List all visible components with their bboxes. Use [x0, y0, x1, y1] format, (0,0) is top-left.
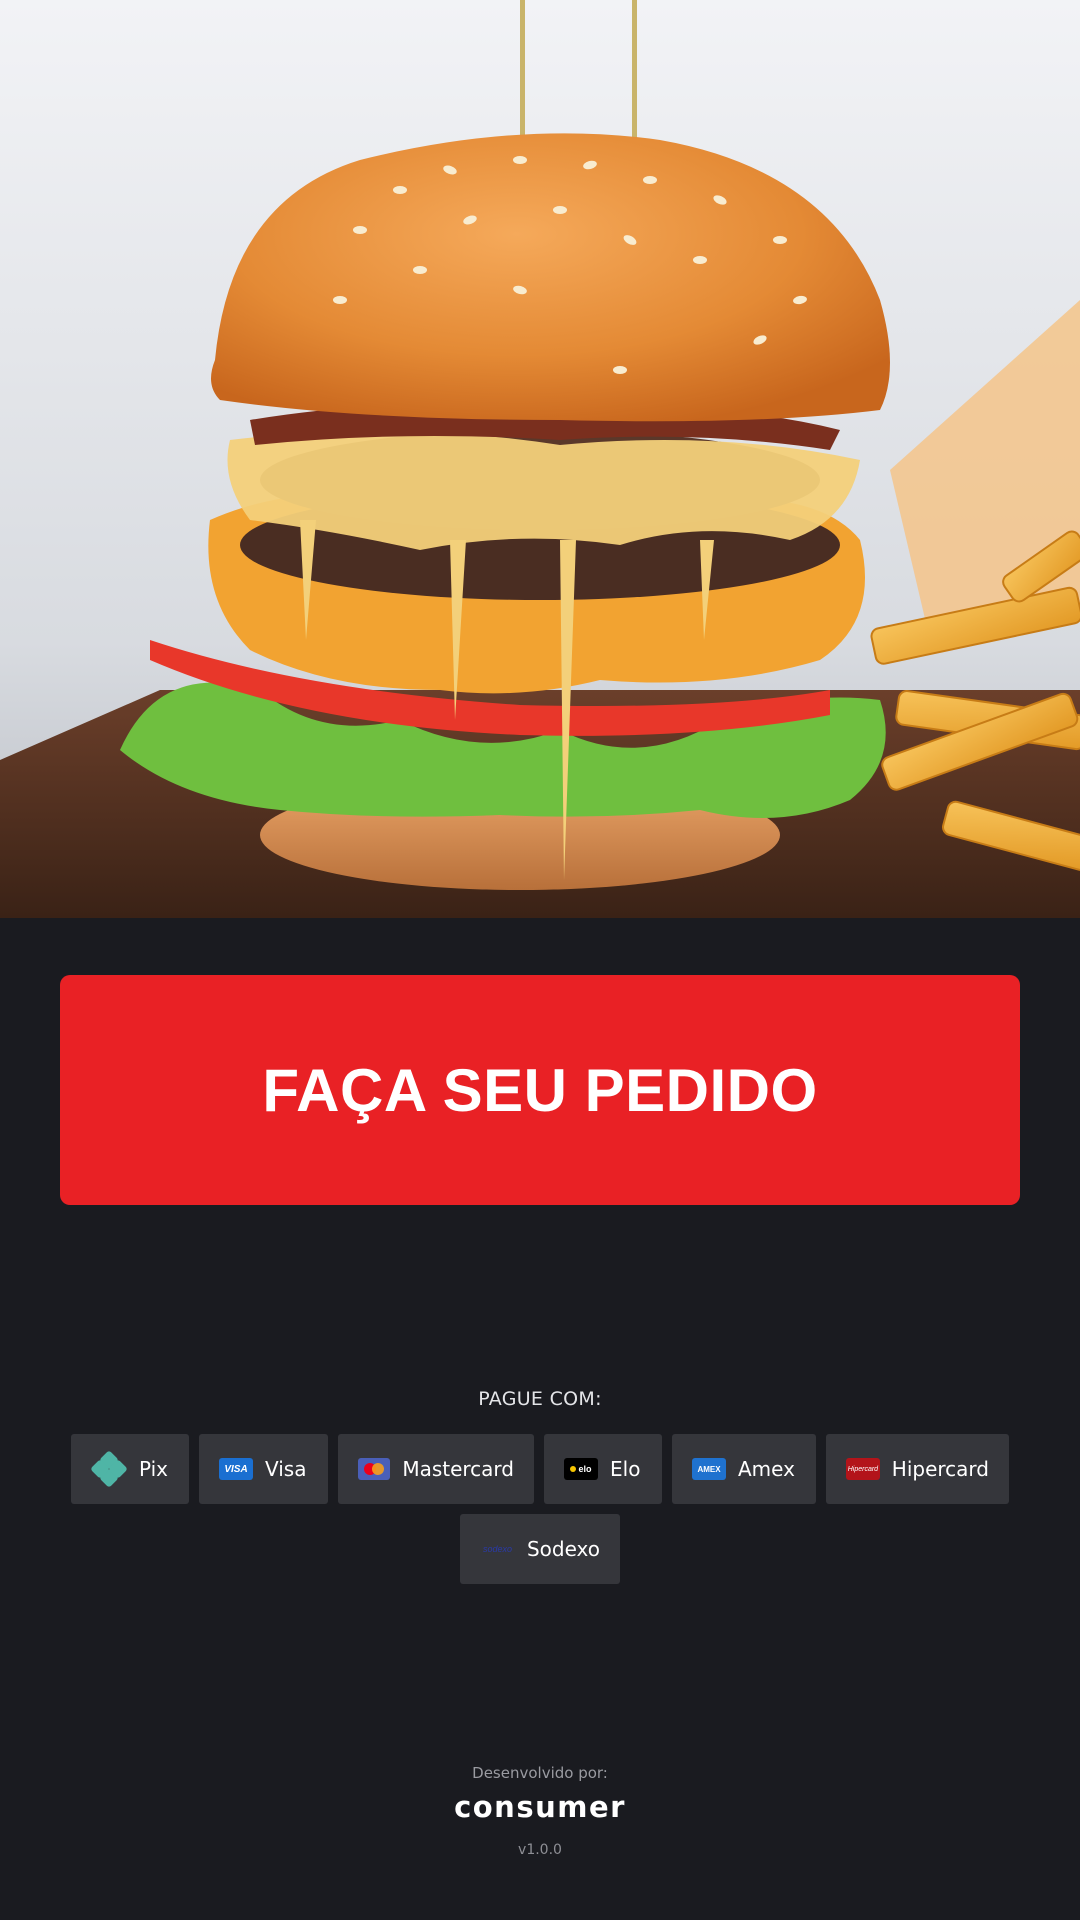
brand-logo-text[interactable]: consumer [0, 1790, 1080, 1824]
payment-label-mastercard: Mastercard [402, 1457, 514, 1481]
visa-icon: VISA [219, 1458, 253, 1480]
payment-label-amex: Amex [738, 1457, 795, 1481]
hipercard-icon: Hipercard [846, 1458, 880, 1480]
payment-method-visa[interactable]: VISA Visa [199, 1434, 328, 1504]
payment-label-pix: Pix [139, 1457, 169, 1481]
payment-title: PAGUE COM: [478, 1388, 602, 1410]
sodexo-icon: sodexo [482, 1544, 512, 1554]
elo-icon: elo [564, 1458, 598, 1480]
app-version: v1.0.0 [518, 1842, 562, 1858]
pix-icon [91, 1451, 127, 1487]
payment-method-amex[interactable]: AMEX Amex [672, 1434, 816, 1504]
payment-label-hipercard: Hipercard [891, 1457, 989, 1481]
app-screen: FAÇA SEU PEDIDO PAGUE COM: Pix VISA Visa [0, 0, 1080, 1920]
developed-by-label: Desenvolvido por: [472, 1764, 608, 1782]
payment-method-hipercard[interactable]: Hipercard Hipercard [826, 1434, 1009, 1504]
payment-method-pix[interactable]: Pix [71, 1434, 189, 1504]
payment-methods: Pix VISA Visa Mastercard elo Elo AMEX Am… [60, 1434, 1020, 1584]
payment-label-sodexo: Sodexo [526, 1537, 600, 1561]
payment-method-sodexo[interactable]: sodexo Sodexo [460, 1514, 620, 1584]
amex-icon: AMEX [692, 1458, 726, 1480]
order-button[interactable]: FAÇA SEU PEDIDO [60, 975, 1020, 1205]
payment-method-elo[interactable]: elo Elo [544, 1434, 662, 1504]
elo-logo-text: elo [578, 1464, 592, 1474]
hero-burger-image [0, 0, 1080, 918]
payment-label-elo: Elo [610, 1457, 641, 1481]
order-button-label: FAÇA SEU PEDIDO [262, 1056, 818, 1124]
payment-method-mastercard[interactable]: Mastercard [338, 1434, 534, 1504]
payment-label-visa: Visa [265, 1457, 307, 1481]
mastercard-icon [358, 1458, 391, 1480]
